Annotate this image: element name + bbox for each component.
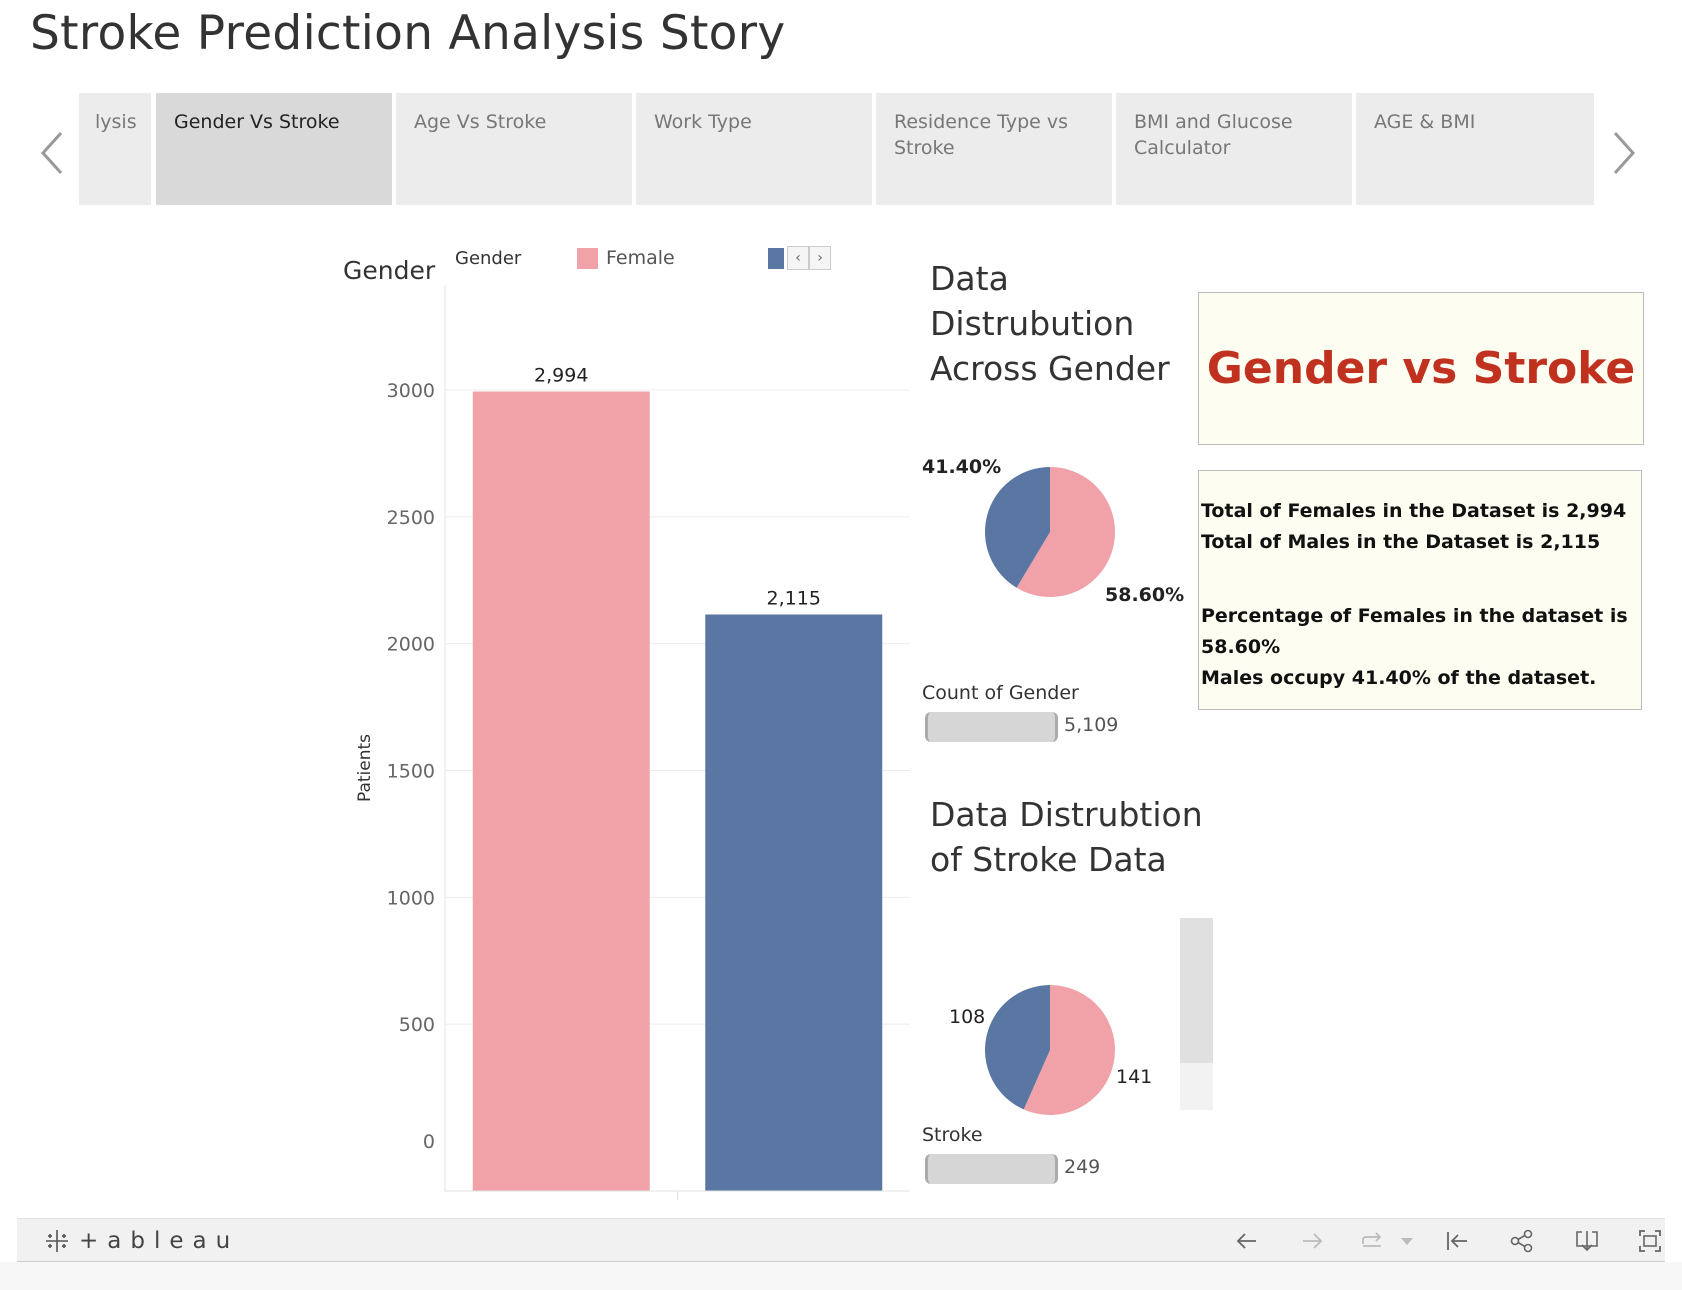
fullscreen-icon[interactable] bbox=[1635, 1227, 1665, 1255]
share-icon[interactable] bbox=[1507, 1227, 1537, 1255]
story-next-arrow-icon[interactable] bbox=[1604, 118, 1644, 188]
story-tabs: lysis Gender Vs Stroke Age Vs Stroke Wor… bbox=[79, 93, 1594, 205]
stroke-count-bar[interactable] bbox=[925, 1154, 1058, 1184]
vertical-scrollbar[interactable] bbox=[1180, 918, 1213, 1110]
title-line: of Stroke Data bbox=[930, 840, 1167, 879]
title-line: Data bbox=[930, 259, 1009, 298]
y-tick-label: 2000 bbox=[387, 634, 435, 656]
tab-bmi-glucose[interactable]: BMI and Glucose Calculator bbox=[1116, 93, 1352, 205]
title-line: Across Gender bbox=[930, 349, 1170, 388]
tab-gender-vs-stroke[interactable]: Gender Vs Stroke bbox=[156, 93, 392, 205]
gender-distribution-title: Data Distrubution Across Gender bbox=[930, 256, 1170, 391]
title-line: Distrubution bbox=[930, 304, 1135, 343]
summary-line: Males occupy 41.40% of the dataset. bbox=[1201, 667, 1597, 689]
tab-label: lysis bbox=[95, 111, 137, 133]
bar-male[interactable] bbox=[705, 614, 883, 1191]
legend-scroll: ‹ › bbox=[787, 246, 832, 270]
undo-icon[interactable] bbox=[1232, 1227, 1262, 1255]
summary-text-box: Total of Females in the Dataset is 2,994… bbox=[1198, 470, 1642, 710]
pie-label-male-pct: 41.40% bbox=[922, 456, 1002, 478]
legend-title: Gender bbox=[455, 248, 522, 269]
y-tick-label: 500 bbox=[399, 1014, 435, 1036]
tab-label: Gender Vs Stroke bbox=[174, 111, 340, 133]
tab-label: AGE & BMI bbox=[1374, 111, 1476, 133]
tab-residence-type[interactable]: Residence Type vs Stroke bbox=[876, 93, 1112, 205]
pie-label-female-pct: 58.60% bbox=[1105, 584, 1185, 606]
tab-analysis[interactable]: lysis bbox=[79, 93, 151, 205]
count-of-gender-bar[interactable] bbox=[925, 712, 1058, 742]
reset-icon[interactable] bbox=[1442, 1227, 1472, 1255]
download-icon[interactable] bbox=[1572, 1227, 1602, 1255]
tab-work-type[interactable]: Work Type bbox=[636, 93, 872, 205]
summary-line: 58.60% bbox=[1201, 636, 1281, 658]
count-of-gender-label: Count of Gender bbox=[922, 682, 1079, 704]
tab-label: BMI and Glucose Calculator bbox=[1134, 111, 1293, 159]
scrollbar-thumb[interactable] bbox=[1180, 918, 1213, 1063]
revert-icon[interactable] bbox=[1357, 1227, 1387, 1255]
gender-pie-chart bbox=[985, 467, 1115, 597]
tab-age-vs-stroke[interactable]: Age Vs Stroke bbox=[396, 93, 632, 205]
tableau-logo[interactable]: +ableau bbox=[43, 1227, 239, 1255]
tab-label: Residence Type vs Stroke bbox=[894, 111, 1069, 159]
tab-label: Work Type bbox=[654, 111, 752, 133]
legend-scroll-left-icon[interactable]: ‹ bbox=[787, 246, 809, 270]
legend-swatch-female[interactable] bbox=[577, 248, 598, 269]
tableau-toolbar: +ableau bbox=[17, 1218, 1665, 1262]
stroke-count-label: Stroke bbox=[922, 1124, 983, 1146]
y-tick-label: 1500 bbox=[387, 761, 435, 783]
stroke-count-value: 249 bbox=[1064, 1156, 1101, 1178]
summary-line: Total of Females in the Dataset is 2,994 bbox=[1201, 500, 1627, 522]
legend-scroll-right-icon[interactable]: › bbox=[809, 246, 831, 270]
gender-vs-stroke-title-box: Gender vs Stroke bbox=[1198, 292, 1644, 445]
story-title: Stroke Prediction Analysis Story bbox=[30, 6, 786, 61]
bar-value-label: 2,115 bbox=[767, 587, 821, 609]
y-tick-label: 2500 bbox=[387, 507, 435, 529]
stroke-distribution-title: Data Distrubtion of Stroke Data bbox=[930, 792, 1203, 882]
y-tick-label: 3000 bbox=[387, 380, 435, 402]
gender-bar-chart: 050010001500200025003000Patients2,994Fem… bbox=[355, 285, 910, 1200]
pie-label-male-count: 108 bbox=[949, 1006, 986, 1028]
bar-value-label: 2,994 bbox=[534, 365, 588, 387]
gender-vs-stroke-title: Gender vs Stroke bbox=[1206, 343, 1636, 394]
revert-dropdown-icon[interactable] bbox=[1397, 1227, 1417, 1255]
pie-label-female-count: 141 bbox=[1116, 1066, 1153, 1088]
redo-icon[interactable] bbox=[1297, 1227, 1327, 1255]
story-prev-arrow-icon[interactable] bbox=[32, 118, 72, 188]
count-of-gender-value: 5,109 bbox=[1064, 714, 1119, 736]
tab-label: Age Vs Stroke bbox=[414, 111, 547, 133]
legend-swatch-male[interactable] bbox=[768, 248, 784, 269]
title-line: Data Distrubtion bbox=[930, 795, 1203, 834]
legend-label-female[interactable]: Female bbox=[606, 247, 675, 269]
bar-female[interactable] bbox=[472, 391, 650, 1192]
tableau-cross-icon bbox=[46, 1230, 68, 1252]
y-tick-label: 1000 bbox=[387, 887, 435, 909]
stroke-pie-chart bbox=[985, 985, 1115, 1115]
page-bottom-band bbox=[0, 1262, 1682, 1290]
tableau-wordmark: +ableau bbox=[79, 1228, 240, 1254]
tab-age-bmi[interactable]: AGE & BMI bbox=[1356, 93, 1594, 205]
y-axis-title: Patients bbox=[355, 734, 375, 802]
y-tick-label: 0 bbox=[423, 1131, 435, 1153]
summary-line: Total of Males in the Dataset is 2,115 bbox=[1201, 531, 1601, 553]
summary-line: Percentage of Females in the dataset is bbox=[1201, 605, 1628, 627]
